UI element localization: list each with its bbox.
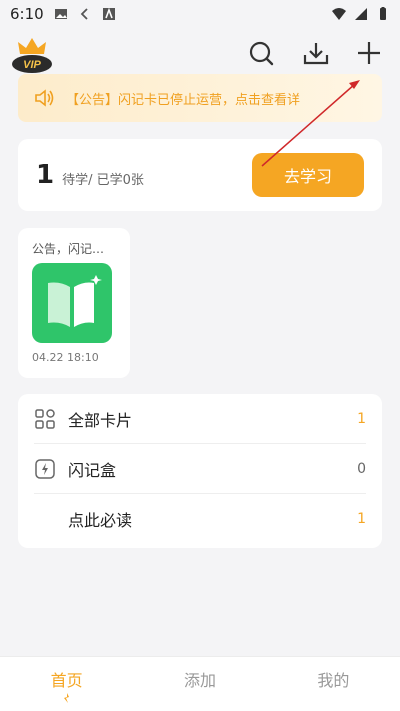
notice-banner[interactable]: 【公告】闪记卡已停止运营，点击查看详 <box>18 74 382 122</box>
tab-mine[interactable]: 我的 <box>267 657 400 711</box>
tab-label: 我的 <box>317 671 350 690</box>
grid-icon <box>35 408 55 429</box>
menu-list: 全部卡片 1 闪记盒 0 点此必读 1 <box>18 394 382 548</box>
download-icon[interactable] <box>301 38 331 68</box>
image-notification-icon <box>54 9 67 19</box>
study-card: 1 待学/ 已学0张 去学习 <box>18 139 382 211</box>
list-item-label: 全部卡片 <box>68 410 133 430</box>
study-subtitle: 待学/ 已学0张 <box>62 172 144 188</box>
battery-icon <box>380 7 386 20</box>
back-notification-icon <box>80 8 88 20</box>
bottom-nav: 首页 添加 我的 <box>0 656 400 711</box>
vip-badge-icon[interactable]: VIP <box>10 36 54 76</box>
list-item-must-read[interactable]: 点此必读 1 <box>34 494 366 543</box>
status-bar: 6:10 <box>0 0 400 28</box>
list-item-label: 点此必读 <box>68 510 133 530</box>
deck-cover <box>32 263 112 343</box>
tab-home[interactable]: 首页 <box>0 657 133 711</box>
tab-label: 添加 <box>183 671 216 690</box>
active-indicator-icon <box>63 693 69 703</box>
clock: 6:10 <box>10 5 44 23</box>
list-item-all-cards[interactable]: 全部卡片 1 <box>34 394 366 444</box>
tab-label: 首页 <box>50 671 83 690</box>
deck-tile[interactable]: 公告，闪记… 04.22 18:10 <box>18 228 130 378</box>
list-item-flash-box[interactable]: 闪记盒 0 <box>34 444 366 494</box>
blank-icon <box>34 508 56 530</box>
deck-timestamp: 04.22 18:10 <box>32 351 99 364</box>
go-study-button[interactable]: 去学习 <box>252 153 364 197</box>
list-item-count: 0 <box>357 460 366 477</box>
speaker-icon <box>35 89 54 107</box>
search-icon[interactable] <box>246 38 276 68</box>
lightning-box-icon <box>35 458 55 479</box>
list-item-label: 闪记盒 <box>68 460 117 480</box>
list-item-count: 1 <box>357 510 366 527</box>
book-icon <box>48 275 102 327</box>
deck-title: 公告，闪记… <box>32 242 105 256</box>
app-notification-icon <box>102 7 115 20</box>
tab-add[interactable]: 添加 <box>133 657 266 711</box>
signal-icon <box>355 8 367 20</box>
add-icon[interactable] <box>354 38 384 68</box>
list-item-count: 1 <box>357 410 366 427</box>
pending-count: 1 <box>36 160 55 190</box>
svg-text:VIP: VIP <box>23 59 41 71</box>
wifi-icon <box>332 8 346 20</box>
top-bar: VIP <box>0 30 400 80</box>
notice-text: 【公告】闪记卡已停止运营，点击查看详 <box>66 92 301 108</box>
